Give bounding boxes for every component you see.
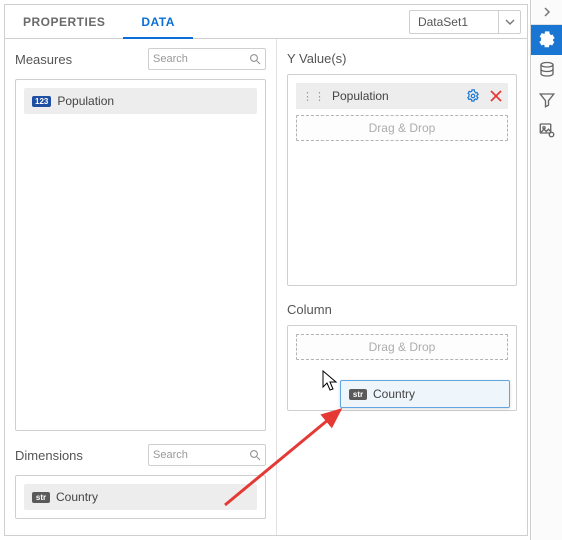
y-item-label: Population (332, 89, 389, 103)
image-settings-icon[interactable] (531, 115, 562, 145)
gear-icon[interactable] (466, 89, 480, 103)
yvalues-box[interactable]: ⋮⋮ Population Drag & Drop (287, 74, 517, 286)
chevron-down-icon (498, 11, 520, 33)
search-icon (249, 53, 261, 65)
y-item[interactable]: ⋮⋮ Population (296, 83, 508, 109)
drag-ghost: str Country (340, 380, 510, 408)
dimension-label: Country (56, 490, 98, 504)
dataset-select[interactable]: DataSet1 (409, 10, 521, 34)
yvalues-title: Y Value(s) (287, 51, 517, 66)
search-placeholder: Search (153, 449, 188, 461)
search-placeholder: Search (153, 53, 188, 65)
dimensions-title: Dimensions (15, 448, 83, 463)
cursor-icon (322, 370, 340, 392)
string-badge: str (32, 492, 50, 503)
chevron-right-icon[interactable] (531, 0, 562, 24)
measures-box: 123 Population (15, 79, 266, 431)
grip-icon[interactable]: ⋮⋮ (302, 90, 326, 103)
drag-ghost-label: Country (373, 387, 415, 401)
annotation-arrow (220, 400, 360, 510)
tab-properties[interactable]: PROPERTIES (5, 5, 123, 39)
settings-icon[interactable] (531, 25, 562, 55)
numeric-badge: 123 (32, 96, 51, 107)
measures-title: Measures (15, 52, 72, 67)
measure-pill[interactable]: 123 Population (24, 88, 257, 114)
yvalues-drop[interactable]: Drag & Drop (296, 115, 508, 141)
string-badge: str (349, 389, 367, 400)
tabs-row: PROPERTIES DATA DataSet1 (5, 5, 527, 39)
remove-icon[interactable] (490, 90, 502, 102)
dataset-value: DataSet1 (410, 15, 498, 29)
database-icon[interactable] (531, 55, 562, 85)
column-title: Column (287, 302, 517, 317)
measure-label: Population (57, 94, 114, 108)
measures-search[interactable]: Search (148, 48, 266, 70)
filter-icon[interactable] (531, 85, 562, 115)
side-rail (530, 0, 562, 540)
tab-data[interactable]: DATA (123, 5, 193, 39)
column-drop[interactable]: Drag & Drop (296, 334, 508, 360)
